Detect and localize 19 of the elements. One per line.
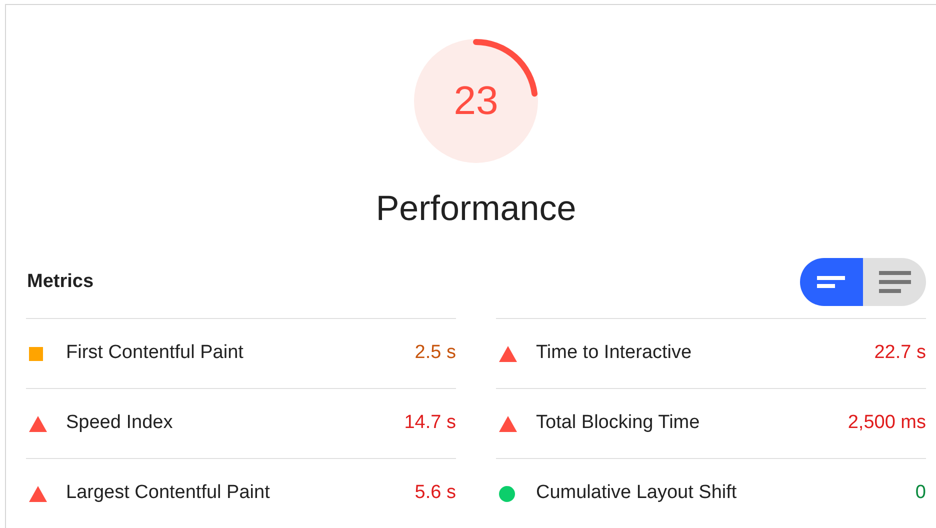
view-toggle-button[interactable] (863, 258, 926, 306)
metric-value: 2.5 s (414, 341, 456, 366)
metric-name: Total Blocking Time (536, 411, 701, 436)
category-title: Performance (376, 191, 576, 226)
metric-value: 2,500 ms (848, 411, 926, 436)
metric-value: 5.6 s (414, 481, 456, 506)
metrics-heading: Metrics (26, 270, 94, 294)
metric-value: 0 (915, 481, 926, 506)
metric-name: Largest Contentful Paint (66, 481, 271, 506)
score-value: 23 (454, 81, 498, 121)
metric-name: Cumulative Layout Shift (536, 481, 738, 506)
metric-name: First Contentful Paint (66, 341, 244, 366)
view-toggle-button[interactable] (800, 258, 863, 306)
metric-name: Speed Index (66, 411, 174, 436)
metric-value: 22.7 s (874, 341, 926, 366)
lines-icon (878, 271, 910, 293)
metric-value: 14.7 s (404, 411, 456, 436)
short-lines-icon (816, 274, 846, 290)
metric-name: Time to Interactive (536, 341, 693, 366)
